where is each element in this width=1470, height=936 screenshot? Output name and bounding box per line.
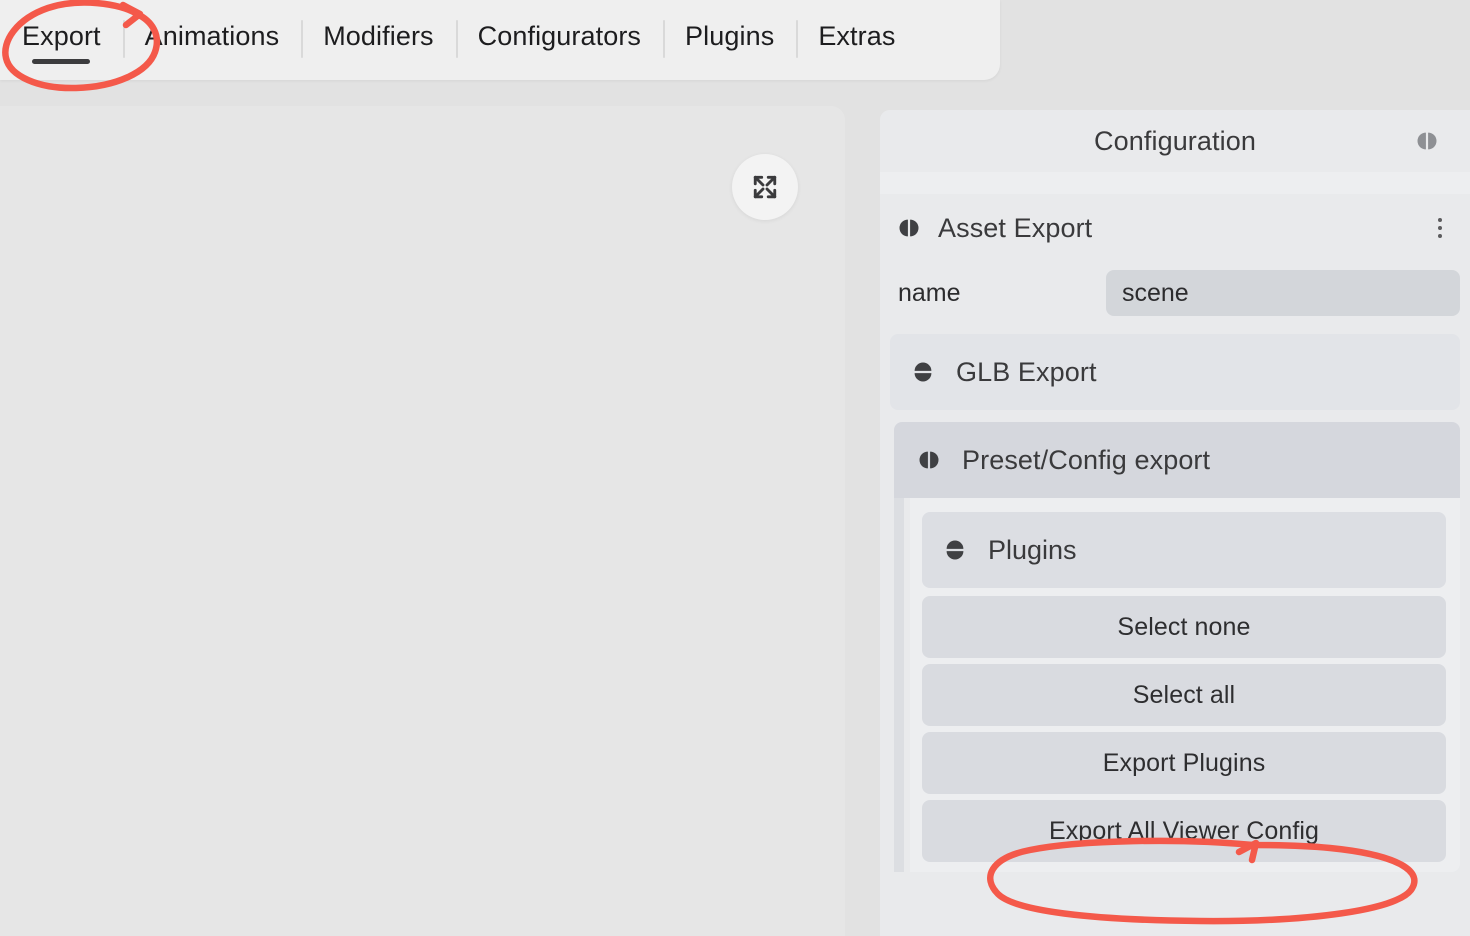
configuration-header: Configuration — [880, 110, 1470, 172]
select-none-button[interactable]: Select none — [922, 596, 1446, 658]
glb-export-title: GLB Export — [956, 356, 1097, 387]
name-input[interactable] — [1106, 270, 1460, 316]
plugins-title: Plugins — [988, 534, 1077, 565]
preset-config-export-body: Plugins Select none Select all Export Pl… — [894, 498, 1460, 872]
export-plugins-button[interactable]: Export Plugins — [922, 732, 1446, 794]
tab-export[interactable]: Export — [0, 0, 123, 80]
asset-export-header[interactable]: Asset Export — [880, 194, 1470, 262]
kebab-menu-icon[interactable] — [1432, 214, 1448, 242]
main-tabbar: Export Animations Modifiers Configurator… — [0, 0, 1000, 80]
split-circle-horizontal-icon[interactable] — [944, 539, 966, 561]
export-all-viewer-config-button[interactable]: Export All Viewer Config — [922, 800, 1446, 862]
tab-modifiers-label: Modifiers — [323, 20, 434, 51]
panel-divider — [880, 172, 1470, 194]
viewport-canvas[interactable] — [0, 106, 845, 936]
tab-configurators[interactable]: Configurators — [455, 0, 663, 80]
preset-config-export-header[interactable]: Preset/Config export — [894, 422, 1460, 498]
tab-extras[interactable]: Extras — [796, 0, 917, 80]
tab-configurators-label: Configurators — [477, 20, 642, 51]
tab-animations-label: Animations — [144, 20, 280, 51]
subsection-preset-config-export: Preset/Config export Plugins Select none… — [894, 422, 1460, 872]
glb-export-header[interactable]: GLB Export — [890, 334, 1460, 410]
subsection-glb-export[interactable]: GLB Export — [890, 334, 1460, 410]
preset-config-actions: Select none Select all Export Plugins Ex… — [922, 596, 1446, 872]
preset-config-export-content: Plugins Select none Select all Export Pl… — [910, 498, 1460, 872]
property-row-name: name — [880, 262, 1470, 324]
tab-active-indicator — [32, 59, 91, 64]
tab-export-label: Export — [22, 20, 101, 51]
split-circle-vertical-icon[interactable] — [898, 217, 920, 239]
asset-export-title: Asset Export — [938, 212, 1093, 243]
split-circle-horizontal-icon[interactable] — [912, 361, 934, 383]
section-asset-export: Asset Export name scene GLB Export Prese… — [880, 194, 1470, 872]
preset-config-export-title: Preset/Config export — [962, 444, 1211, 475]
split-circle-vertical-icon[interactable] — [1414, 128, 1440, 154]
app-root: Export Animations Modifiers Configurator… — [0, 0, 1470, 936]
configuration-panel: Configuration Asset Export name scene GL… — [880, 110, 1470, 936]
split-circle-vertical-icon[interactable] — [918, 449, 940, 471]
tab-animations[interactable]: Animations — [122, 0, 302, 80]
fullscreen-button[interactable] — [732, 154, 798, 220]
tab-plugins[interactable]: Plugins — [663, 0, 796, 80]
tab-plugins-label: Plugins — [685, 20, 775, 51]
tab-modifiers[interactable]: Modifiers — [301, 0, 455, 80]
property-label-name: name — [898, 278, 961, 307]
configuration-title: Configuration — [1094, 125, 1256, 156]
subsection-plugins[interactable]: Plugins — [922, 512, 1446, 588]
select-all-button[interactable]: Select all — [922, 664, 1446, 726]
tab-extras-label: Extras — [818, 20, 896, 51]
fullscreen-expand-icon — [750, 172, 780, 202]
